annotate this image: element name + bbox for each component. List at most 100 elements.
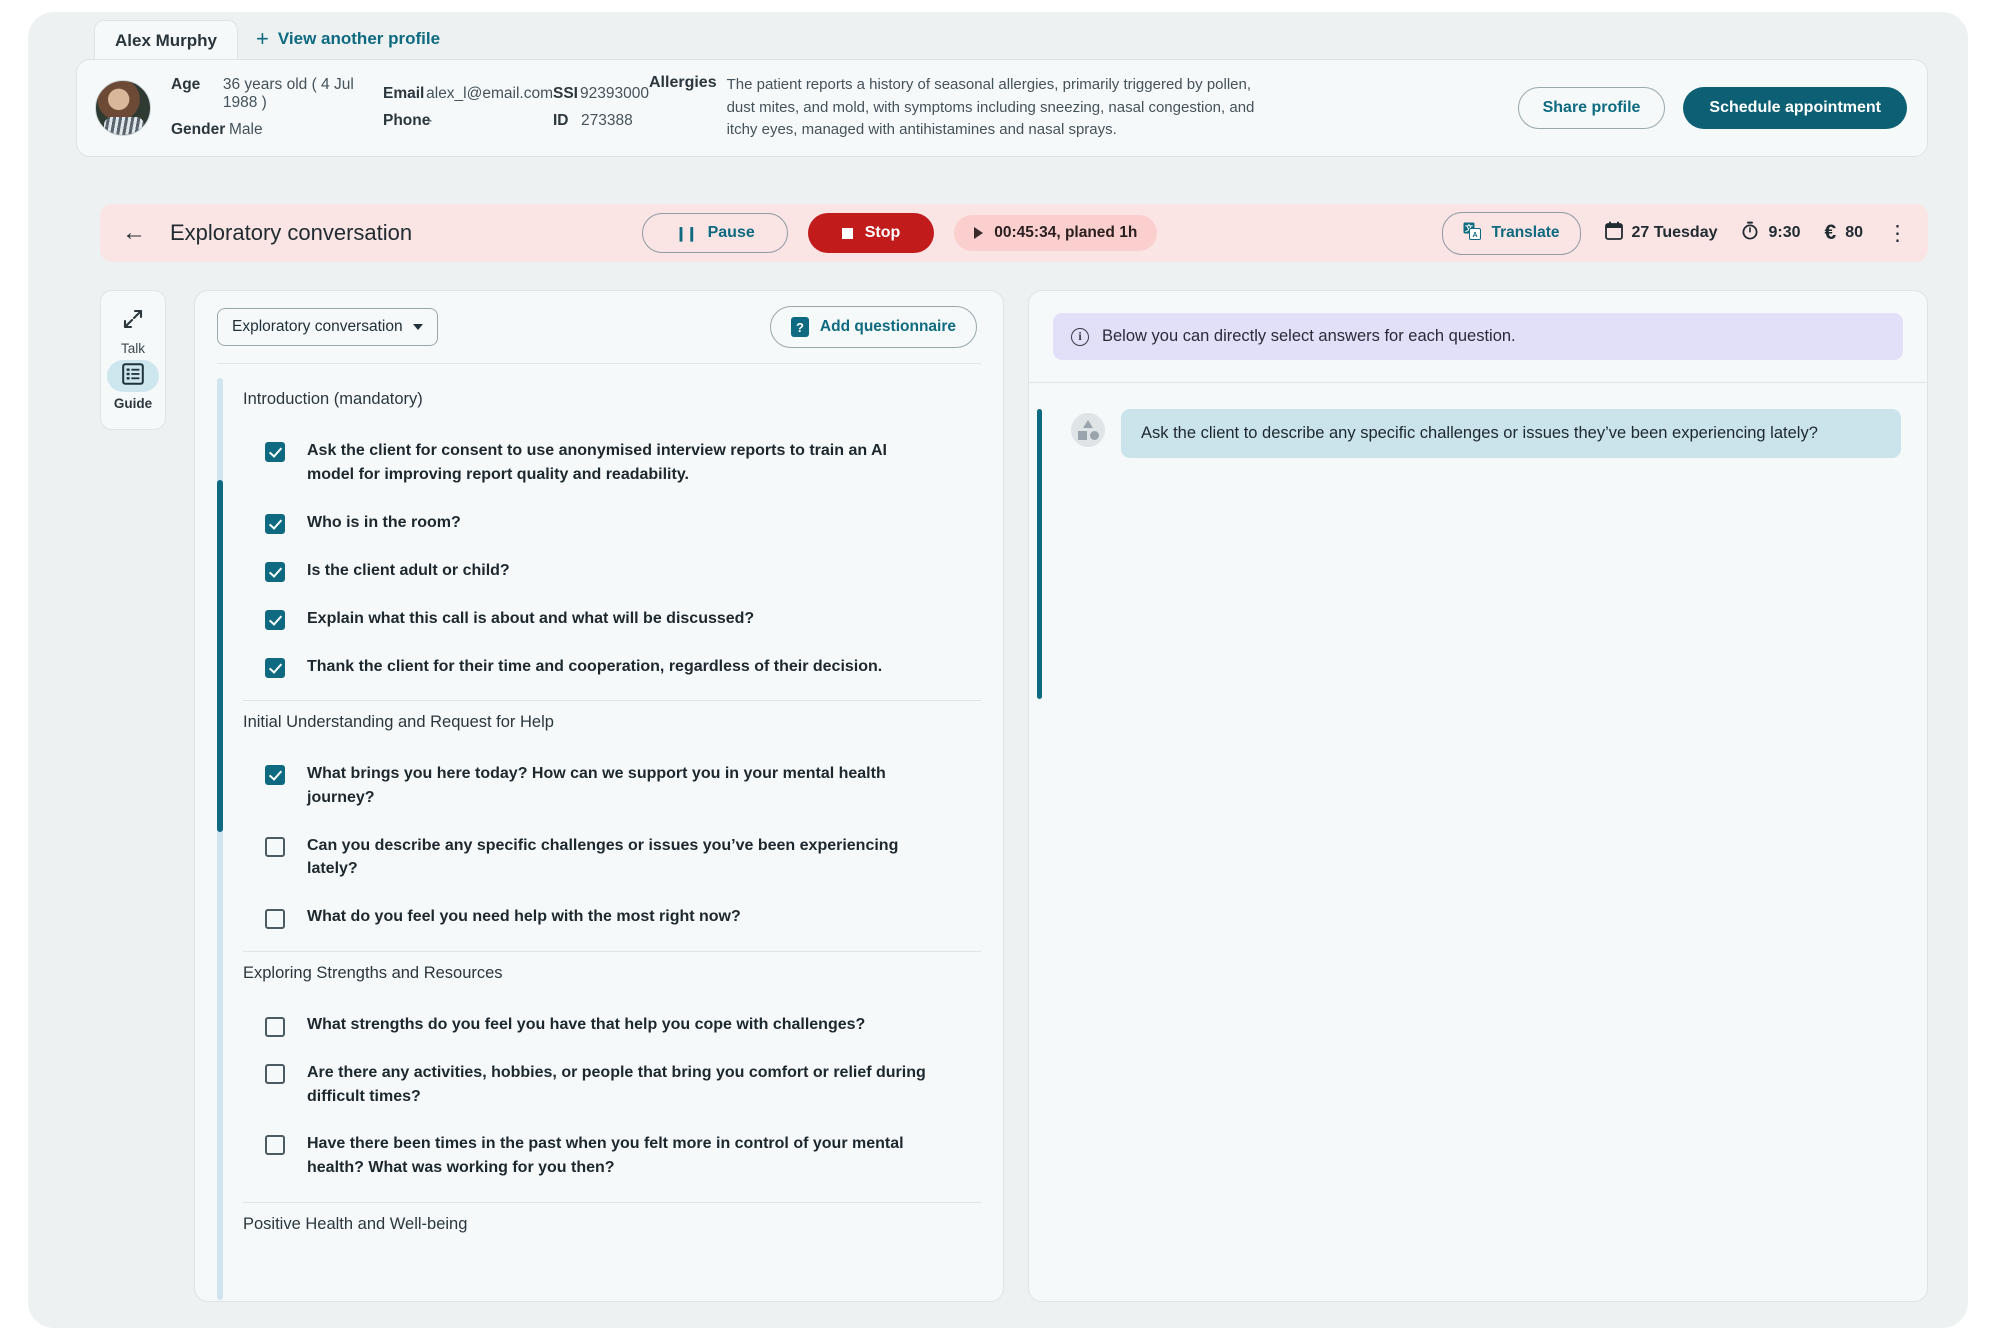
checklist-item-label: What brings you here today? How can we s… <box>307 765 886 807</box>
checklist-item[interactable]: Ask the client for consent to use anonym… <box>243 427 981 498</box>
checkbox-unchecked-icon[interactable] <box>265 836 285 857</box>
checklist-item-label: Who is in the room? <box>307 513 461 531</box>
profile-tabstrip: Alex Murphy + View another profile <box>28 12 1968 61</box>
checklist-item[interactable]: Have there been times in the past when y… <box>243 1120 981 1191</box>
checkbox-checked-icon[interactable] <box>265 442 285 462</box>
checklist-item-label: Is the client adult or child? <box>307 561 510 579</box>
session-timer-text: 00:45:34, planed 1h <box>994 224 1138 241</box>
guide-progress-fill <box>217 480 223 832</box>
square-shape-icon <box>1078 431 1087 440</box>
answers-info-text: Below you can directly select answers fo… <box>1102 327 1516 345</box>
answers-panel: i Below you can directly select answers … <box>1028 290 1928 1302</box>
field-id-label: ID <box>553 112 569 130</box>
checklist-item[interactable]: Who is in the room? <box>243 498 981 546</box>
answers-progress-track <box>1037 409 1042 699</box>
back-arrow-icon[interactable]: ← <box>122 219 154 247</box>
stop-icon <box>841 227 853 239</box>
stopwatch-icon <box>1741 221 1759 245</box>
assistant-shapes-icon <box>1071 413 1105 447</box>
avatar[interactable] <box>95 80 151 136</box>
view-another-profile-label: View another profile <box>277 29 441 48</box>
triangle-shape-icon <box>1083 420 1093 428</box>
checklist-item-label: Thank the client for their time and coop… <box>307 657 883 675</box>
svg-text:A: A <box>1473 232 1478 239</box>
talk-icon-box <box>107 305 159 337</box>
session-time[interactable]: 9:30 <box>1741 221 1801 245</box>
session-date[interactable]: 27 Tuesday <box>1604 221 1718 245</box>
checkbox-checked-icon[interactable] <box>265 561 285 582</box>
pause-button[interactable]: ❙❙ Pause <box>642 213 788 253</box>
checklist-item[interactable]: Is the client adult or child? <box>243 546 981 594</box>
checkbox-unchecked-icon[interactable] <box>265 1064 285 1085</box>
chevron-down-icon <box>412 324 423 330</box>
field-email: Email alex_l@email.com <box>383 85 553 103</box>
checkbox-checked-icon[interactable] <box>265 513 285 534</box>
translate-icon: 文 A <box>1463 222 1482 245</box>
checklist-item-label: Have there been times in the past when y… <box>307 1135 904 1177</box>
field-phone-label: Phone <box>383 112 431 130</box>
session-price[interactable]: € 80 <box>1825 221 1863 245</box>
schedule-appointment-button[interactable]: Schedule appointment <box>1683 87 1907 129</box>
checklist-item[interactable]: What strengths do you feel you have that… <box>243 1001 981 1049</box>
field-phone: Phone - <box>383 112 553 130</box>
checklist-item[interactable]: Can you describe any specific challenges… <box>243 822 981 893</box>
plus-icon: + <box>256 26 269 51</box>
checkbox-checked-icon[interactable] <box>265 657 285 678</box>
more-options-icon[interactable]: ⋮ <box>1887 223 1908 244</box>
field-email-value: alex_l@email.com <box>426 85 553 103</box>
patient-profile-card: Age 36 years old ( 4 Jul 1988 ) Gender M… <box>76 59 1928 157</box>
session-toolbar: ← Exploratory conversation ❙❙ Pause Stop… <box>100 204 1928 262</box>
rail-item-guide[interactable]: Guide <box>101 360 165 411</box>
answers-info-banner: i Below you can directly select answers … <box>1053 313 1903 360</box>
session-date-text: 27 Tuesday <box>1631 224 1718 241</box>
stop-button[interactable]: Stop <box>807 213 935 253</box>
info-banner-wrap: i Below you can directly select answers … <box>1029 291 1927 382</box>
view-another-profile-button[interactable]: + View another profile <box>238 18 458 60</box>
session-price-text: 80 <box>1845 224 1863 241</box>
profile-fields: Age 36 years old ( 4 Jul 1988 ) Gender M… <box>171 74 1269 142</box>
conversation-type-dropdown[interactable]: Exploratory conversation <box>217 308 438 346</box>
field-allergies-label: Allergies <box>649 73 717 91</box>
session-time-text: 9:30 <box>1768 224 1801 241</box>
rail-item-talk[interactable]: Talk <box>101 305 165 356</box>
list-icon <box>122 362 144 390</box>
checklist-item[interactable]: Thank the client for their time and coop… <box>243 642 981 690</box>
info-icon: i <box>1071 327 1089 346</box>
guide-checklist-scroll[interactable]: Introduction (mandatory) Ask the client f… <box>217 363 981 1300</box>
pause-icon: ❙❙ <box>675 224 697 241</box>
checkbox-unchecked-icon[interactable] <box>265 1016 285 1037</box>
translate-button[interactable]: 文 A Translate <box>1442 211 1581 255</box>
field-allergies: Allergies The patient reports a history … <box>649 74 1269 142</box>
checkbox-checked-icon[interactable] <box>265 765 285 786</box>
profile-col-contact: Email alex_l@email.com Phone - <box>383 85 553 130</box>
field-id: ID 273388 <box>553 112 649 130</box>
field-ssi-value: 92393000 <box>580 85 649 103</box>
add-questionnaire-button[interactable]: ? Add questionnaire <box>769 306 977 348</box>
answers-body: Ask the client to describe any specific … <box>1029 383 1927 699</box>
play-icon <box>974 227 984 239</box>
guide-panel-header: Exploratory conversation ? Add questionn… <box>195 291 1003 363</box>
session-controls: ❙❙ Pause Stop 00:45:34, planed 1h <box>642 213 1158 253</box>
pause-label: Pause <box>707 224 755 241</box>
add-questionnaire-label: Add questionnaire <box>819 318 956 335</box>
checklist-group-title: Introduction (mandatory) <box>243 390 423 408</box>
checklist-item-label: Explain what this call is about and what… <box>307 609 755 627</box>
checklist-item[interactable]: Are there any activities, hobbies, or pe… <box>243 1049 981 1120</box>
current-question-bubble[interactable]: Ask the client to describe any specific … <box>1121 409 1901 458</box>
checklist-item[interactable]: What brings you here today? How can we s… <box>243 750 981 821</box>
current-question-row: Ask the client to describe any specific … <box>1055 409 1901 458</box>
checkbox-checked-icon[interactable] <box>265 609 285 630</box>
circle-shape-icon <box>1090 431 1099 440</box>
share-profile-button[interactable]: Share profile <box>1517 87 1666 129</box>
field-id-value: 273388 <box>581 112 633 130</box>
checklist-group-title: Initial Understanding and Request for He… <box>243 713 554 732</box>
checklist-group-title: Exploring Strengths and Resources <box>243 964 503 983</box>
guide-checklist: Introduction (mandatory) Ask the client f… <box>217 364 981 1252</box>
checklist-item[interactable]: Explain what this call is about and what… <box>243 594 981 642</box>
checklist-item-label: What do you feel you need help with the … <box>307 908 741 926</box>
checklist-item[interactable]: What do you feel you need help with the … <box>243 893 981 941</box>
tab-alex-murphy[interactable]: Alex Murphy <box>94 20 239 61</box>
checkbox-unchecked-icon[interactable] <box>265 1135 285 1156</box>
checkbox-unchecked-icon[interactable] <box>265 908 285 929</box>
checklist-item-label: Are there any activities, hobbies, or pe… <box>307 1064 926 1105</box>
